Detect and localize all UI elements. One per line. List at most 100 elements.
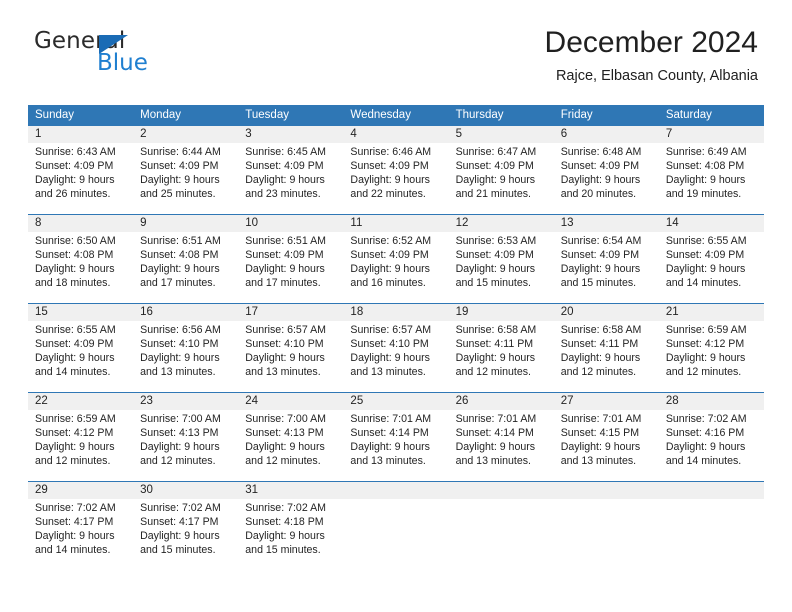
calendar-day-cell-13[interactable]: 13 Sunrise: 6:54 AM Sunset: 4:09 PM Dayl…: [553, 215, 659, 303]
day-sun-details: Sunrise: 7:01 AM Sunset: 4:14 PM Dayligh…: [350, 412, 441, 468]
day-number: 31: [245, 484, 259, 496]
calendar-day-cell-23[interactable]: 23 Sunrise: 7:00 AM Sunset: 4:13 PM Dayl…: [133, 393, 239, 481]
day-number: 6: [560, 128, 568, 140]
daylight-text-line1: Daylight: 9 hours: [665, 352, 746, 365]
day-sun-details: Sunrise: 6:49 AM Sunset: 4:08 PM Dayligh…: [666, 145, 757, 201]
day-number: 23: [140, 395, 153, 407]
calendar-table: Sunday Monday Tuesday Wednesday Thursday…: [28, 105, 764, 570]
calendar-day-cell-15[interactable]: 15 Sunrise: 6:55 AM Sunset: 4:09 PM Dayl…: [28, 304, 134, 392]
calendar-day-cell-20[interactable]: 20 Sunrise: 6:58 AM Sunset: 4:11 PM Dayl…: [553, 304, 659, 392]
daylight-text-line1: Daylight: 9 hours: [35, 530, 115, 543]
day-number: 30: [140, 484, 153, 496]
calendar-day-cell-6[interactable]: 6 Sunrise: 6:48 AM Sunset: 4:09 PM Dayli…: [553, 126, 659, 214]
daylight-text-line2: and 15 minutes.: [455, 277, 531, 290]
calendar-day-cell-7[interactable]: 7 Sunrise: 6:49 AM Sunset: 4:08 PM Dayli…: [658, 126, 764, 214]
day-number: 26: [455, 395, 469, 407]
calendar-day-cell-12[interactable]: 12 Sunrise: 6:53 AM Sunset: 4:09 PM Dayl…: [448, 215, 554, 303]
sunrise-text: Sunrise: 6:59 AM: [35, 413, 116, 425]
daylight-text-line1: Daylight: 9 hours: [35, 174, 115, 187]
daylight-text-line2: and 13 minutes.: [140, 366, 216, 379]
calendar-day-cell-30[interactable]: 30 Sunrise: 7:02 AM Sunset: 4:17 PM Dayl…: [133, 482, 239, 570]
daylight-text-line1: Daylight: 9 hours: [35, 441, 115, 454]
calendar-day-cell-21[interactable]: 21 Sunrise: 6:59 AM Sunset: 4:12 PM Dayl…: [658, 304, 764, 392]
calendar-day-cell-5[interactable]: 5 Sunrise: 6:47 AM Sunset: 4:09 PM Dayli…: [448, 126, 554, 214]
calendar-day-cell-24[interactable]: 24 Sunrise: 7:00 AM Sunset: 4:13 PM Dayl…: [238, 393, 344, 481]
calendar-day-cell-14[interactable]: 14 Sunrise: 6:55 AM Sunset: 4:09 PM Dayl…: [658, 215, 764, 303]
daylight-text-line1: Daylight: 9 hours: [245, 263, 325, 276]
calendar-week-row-1: 1 Sunrise: 6:43 AM Sunset: 4:09 PM Dayli…: [28, 126, 764, 214]
daylight-text-line2: and 13 minutes.: [245, 366, 321, 379]
sunset-text: Sunset: 4:12 PM: [665, 338, 745, 351]
day-cell-content: 2 Sunrise: 6:44 AM Sunset: 4:09 PM Dayli…: [140, 126, 231, 201]
day-cell-content: 4 Sunrise: 6:46 AM Sunset: 4:09 PM Dayli…: [350, 126, 441, 201]
calendar-day-cell-29[interactable]: 29 Sunrise: 7:02 AM Sunset: 4:17 PM Dayl…: [28, 482, 134, 570]
daylight-text-line2: and 23 minutes.: [245, 188, 321, 201]
daylight-text-line1: Daylight: 9 hours: [245, 174, 325, 187]
sunset-text: Sunset: 4:09 PM: [245, 249, 324, 262]
daylight-text-line1: Daylight: 9 hours: [455, 174, 536, 187]
day-number: [561, 482, 652, 499]
sunset-text: Sunset: 4:09 PM: [455, 249, 534, 262]
sunrise-text: Sunrise: 6:57 AM: [245, 324, 326, 336]
sunrise-text: Sunrise: 7:02 AM: [35, 502, 116, 514]
calendar-day-cell-10[interactable]: 10 Sunrise: 6:51 AM Sunset: 4:09 PM Dayl…: [238, 215, 344, 303]
day-cell-content: 21 Sunrise: 6:59 AM Sunset: 4:12 PM Dayl…: [666, 304, 757, 379]
day-cell-content: 23 Sunrise: 7:00 AM Sunset: 4:13 PM Dayl…: [140, 393, 231, 468]
day-cell-content: 19 Sunrise: 6:58 AM Sunset: 4:11 PM Dayl…: [456, 304, 547, 379]
calendar-day-cell-9[interactable]: 9 Sunrise: 6:51 AM Sunset: 4:08 PM Dayli…: [133, 215, 239, 303]
calendar-day-cell-26[interactable]: 26 Sunrise: 7:01 AM Sunset: 4:14 PM Dayl…: [448, 393, 554, 481]
sunset-text: Sunset: 4:11 PM: [455, 338, 534, 351]
day-sun-details: Sunrise: 6:52 AM Sunset: 4:09 PM Dayligh…: [350, 234, 441, 290]
day-number: 9: [140, 217, 147, 229]
calendar-day-cell-1[interactable]: 1 Sunrise: 6:43 AM Sunset: 4:09 PM Dayli…: [28, 126, 134, 214]
daylight-text-line2: and 12 minutes.: [35, 455, 111, 468]
calendar-day-cell-18[interactable]: 18 Sunrise: 6:57 AM Sunset: 4:10 PM Dayl…: [343, 304, 449, 392]
sunrise-text: Sunrise: 6:58 AM: [560, 324, 642, 336]
sunset-text: Sunset: 4:08 PM: [665, 160, 745, 173]
day-number: 13: [560, 217, 574, 229]
general-blue-logo[interactable]: General Blue: [34, 28, 214, 84]
sunset-text: Sunset: 4:14 PM: [350, 427, 429, 440]
daylight-text-line1: Daylight: 9 hours: [665, 263, 746, 276]
calendar-day-cell-27[interactable]: 27 Sunrise: 7:01 AM Sunset: 4:15 PM Dayl…: [553, 393, 659, 481]
day-sun-details: Sunrise: 6:47 AM Sunset: 4:09 PM Dayligh…: [456, 145, 547, 201]
day-sun-details: Sunrise: 7:01 AM Sunset: 4:14 PM Dayligh…: [456, 412, 547, 468]
day-sun-details: Sunrise: 6:59 AM Sunset: 4:12 PM Dayligh…: [35, 412, 126, 468]
daylight-text-line1: Daylight: 9 hours: [560, 352, 641, 365]
daylight-text-line1: Daylight: 9 hours: [140, 441, 220, 454]
calendar-day-cell-25[interactable]: 25 Sunrise: 7:01 AM Sunset: 4:14 PM Dayl…: [343, 393, 449, 481]
calendar-day-cell-4[interactable]: 4 Sunrise: 6:46 AM Sunset: 4:09 PM Dayli…: [343, 126, 449, 214]
location-subtitle: Rajce, Elbasan County, Albania: [555, 68, 758, 84]
calendar-day-cell-19[interactable]: 19 Sunrise: 6:58 AM Sunset: 4:11 PM Dayl…: [448, 304, 554, 392]
daylight-text-line1: Daylight: 9 hours: [140, 263, 220, 276]
day-number: 12: [455, 217, 469, 229]
calendar-day-cell-8[interactable]: 8 Sunrise: 6:50 AM Sunset: 4:08 PM Dayli…: [28, 215, 134, 303]
sunrise-text: Sunrise: 6:53 AM: [455, 235, 537, 247]
daylight-text-line2: and 14 minutes.: [35, 544, 111, 557]
calendar-day-cell-11[interactable]: 11 Sunrise: 6:52 AM Sunset: 4:09 PM Dayl…: [343, 215, 449, 303]
day-cell-content: [456, 482, 547, 499]
daylight-text-line1: Daylight: 9 hours: [140, 352, 220, 365]
day-sun-details: Sunrise: 7:02 AM Sunset: 4:17 PM Dayligh…: [35, 501, 126, 557]
sunrise-text: Sunrise: 6:47 AM: [455, 146, 537, 158]
daylight-text-line1: Daylight: 9 hours: [35, 263, 115, 276]
calendar-day-cell-28[interactable]: 28 Sunrise: 7:02 AM Sunset: 4:16 PM Dayl…: [658, 393, 764, 481]
calendar-day-cell-16[interactable]: 16 Sunrise: 6:56 AM Sunset: 4:10 PM Dayl…: [133, 304, 239, 392]
sunrise-text: Sunrise: 7:02 AM: [140, 502, 221, 514]
calendar-day-cell-17[interactable]: 17 Sunrise: 6:57 AM Sunset: 4:10 PM Dayl…: [238, 304, 344, 392]
sunrise-text: Sunrise: 6:45 AM: [245, 146, 326, 158]
daylight-text-line1: Daylight: 9 hours: [560, 441, 641, 454]
calendar-day-cell-3[interactable]: 3 Sunrise: 6:45 AM Sunset: 4:09 PM Dayli…: [238, 126, 344, 214]
sunset-text: Sunset: 4:09 PM: [35, 338, 114, 351]
calendar-day-cell-empty: [553, 482, 659, 570]
day-number: 1: [35, 128, 42, 140]
calendar-day-cell-2[interactable]: 2 Sunrise: 6:44 AM Sunset: 4:09 PM Dayli…: [133, 126, 239, 214]
day-number: 18: [350, 306, 364, 318]
day-number: 11: [350, 217, 363, 229]
calendar-day-cell-31[interactable]: 31 Sunrise: 7:02 AM Sunset: 4:18 PM Dayl…: [238, 482, 344, 570]
calendar-day-cell-22[interactable]: 22 Sunrise: 6:59 AM Sunset: 4:12 PM Dayl…: [28, 393, 134, 481]
day-cell-content: 18 Sunrise: 6:57 AM Sunset: 4:10 PM Dayl…: [350, 304, 441, 379]
daylight-text-line1: Daylight: 9 hours: [455, 352, 536, 365]
day-number: 24: [245, 395, 259, 407]
sunrise-text: Sunrise: 6:44 AM: [140, 146, 221, 158]
